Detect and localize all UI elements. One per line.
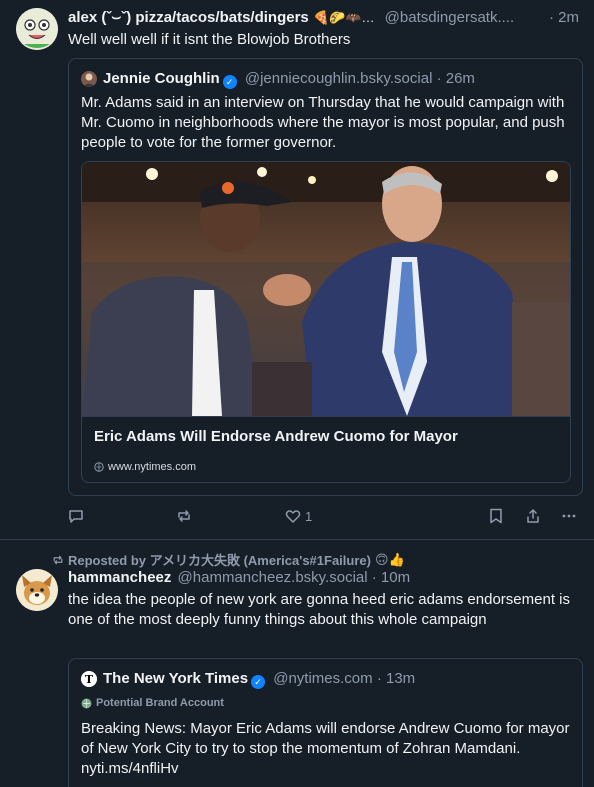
link-card-domain-row: www.nytimes.com bbox=[94, 460, 196, 474]
repost-indicator[interactable]: Reposted by アメリカ大失敗 (America's#1Failure)… bbox=[52, 550, 405, 569]
avatar[interactable] bbox=[16, 8, 58, 50]
card-divider bbox=[82, 416, 570, 417]
reply-icon bbox=[69, 510, 83, 523]
quote-author-handle[interactable]: @jenniecoughlin.bsky.social bbox=[245, 70, 433, 87]
quote-header: Jennie Coughlin ✓ @jenniecoughlin.bsky.so… bbox=[103, 69, 475, 89]
link-card-image bbox=[82, 162, 570, 416]
author-handle[interactable]: @batsdingersatk.... bbox=[385, 9, 514, 26]
repost-small-icon bbox=[53, 555, 63, 564]
post-text: the idea the people of new york are gonn… bbox=[68, 591, 570, 628]
post-timestamp[interactable]: · 10m bbox=[372, 569, 410, 586]
quote-text: Mr. Adams said in an interview on Thursd… bbox=[81, 94, 565, 151]
bookmark-button[interactable] bbox=[489, 508, 503, 524]
bookmark-icon bbox=[490, 508, 502, 524]
repost-label: Reposted by アメリカ大失敗 (America's#1Failure) bbox=[68, 553, 371, 568]
heart-icon bbox=[285, 510, 301, 523]
repost-button[interactable] bbox=[176, 508, 192, 524]
verified-check-icon: ✓ bbox=[251, 675, 266, 689]
more-options-button[interactable] bbox=[561, 508, 577, 524]
svg-text:T: T bbox=[85, 673, 94, 686]
link-card-domain: www.nytimes.com bbox=[108, 461, 197, 473]
link-card[interactable]: Eric Adams Will Endorse Andrew Cuomo for… bbox=[81, 161, 571, 483]
quoted-post[interactable]: T The New York Times ✓ @nytimes.com · 13m… bbox=[68, 658, 583, 787]
author-handle[interactable]: @hammancheez.bsky.social bbox=[178, 569, 368, 586]
link-card-title[interactable]: Eric Adams Will Endorse Andrew Cuomo for… bbox=[94, 427, 458, 447]
quote-timestamp: · 26m bbox=[436, 70, 475, 87]
post-header: hammancheez @hammancheez.bsky.social · 1… bbox=[68, 568, 410, 588]
reply-button[interactable] bbox=[68, 508, 84, 524]
post-divider bbox=[0, 539, 594, 540]
quote-author-name[interactable]: The New York Times bbox=[103, 670, 248, 687]
more-dots-icon bbox=[562, 514, 576, 518]
quote-author-avatar: T bbox=[81, 671, 97, 687]
quote-text: Breaking News: Mayor Eric Adams will end… bbox=[81, 720, 570, 777]
quote-timestamp: · 13m bbox=[376, 670, 416, 687]
post-text: Well well well if it isnt the Blowjob Br… bbox=[68, 31, 351, 48]
repost-icon bbox=[178, 510, 190, 522]
globe-icon bbox=[81, 698, 92, 708]
brand-account-label: Potential Brand Account bbox=[96, 697, 224, 709]
author-display-name[interactable]: hammancheez bbox=[68, 569, 171, 586]
post-header: alex (ˇ⌣ˇ) pizza/tacos/bats/dingers 🍕🌮🦇…… bbox=[68, 8, 514, 28]
avatar[interactable] bbox=[16, 569, 58, 611]
quote-author-name[interactable]: Jennie Coughlin bbox=[103, 70, 220, 87]
post-timestamp[interactable]: · 2m bbox=[549, 8, 579, 28]
quote-header: The New York Times ✓ @nytimes.com · 13m bbox=[103, 669, 415, 689]
author-display-name[interactable]: alex (ˇ⌣ˇ) pizza/tacos/bats/dingers bbox=[68, 9, 309, 26]
quote-author-handle[interactable]: @nytimes.com bbox=[273, 670, 372, 687]
avatar-image bbox=[16, 8, 58, 50]
share-icon bbox=[527, 509, 539, 523]
verified-check-icon: ✓ bbox=[222, 75, 237, 89]
repost-emoji: 🙃👍 bbox=[374, 551, 405, 567]
share-button[interactable] bbox=[525, 508, 541, 524]
author-emoji: 🍕🌮🦇… bbox=[312, 10, 375, 25]
like-count: 1 bbox=[305, 508, 313, 524]
quoted-post[interactable]: Jennie Coughlin ✓ @jenniecoughlin.bsky.so… bbox=[68, 58, 583, 496]
avatar-image bbox=[16, 569, 58, 611]
brand-account-badge: Potential Brand Account bbox=[81, 697, 224, 709]
like-button[interactable]: 1 bbox=[285, 508, 312, 524]
quote-author-avatar bbox=[81, 71, 97, 87]
globe-icon bbox=[94, 462, 104, 472]
